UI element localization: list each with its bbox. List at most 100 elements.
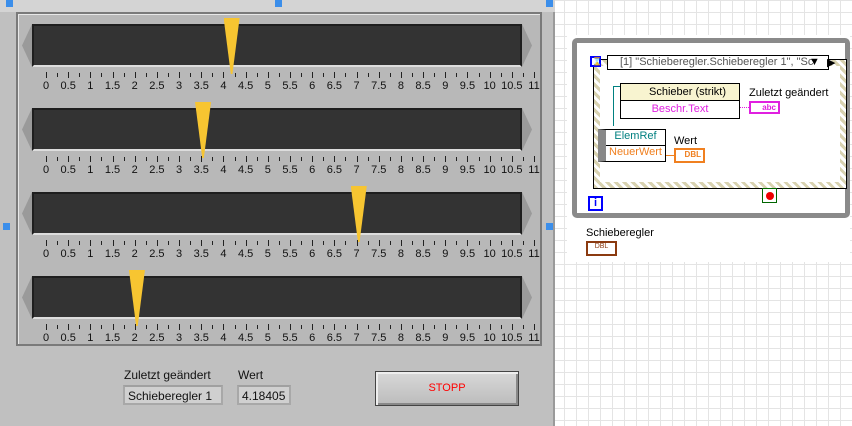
scale-tick — [412, 325, 413, 329]
scale-label: 7 — [353, 248, 360, 260]
scale-label: 7.5 — [371, 332, 387, 344]
scale-tick — [489, 240, 491, 246]
scale-tick — [467, 240, 469, 246]
dropdown-arrow-icon[interactable]: ▼ — [809, 56, 820, 68]
scale-tick — [179, 72, 181, 78]
selection-handle[interactable] — [275, 0, 282, 7]
slider-track[interactable] — [32, 108, 522, 151]
scale-tick — [534, 240, 535, 246]
scale-tick — [301, 241, 303, 245]
scale-label: 4.5 — [237, 80, 254, 92]
scale-tick — [46, 156, 47, 162]
decrement-arrow-icon[interactable] — [22, 192, 32, 235]
scale-tick — [456, 241, 458, 245]
scale-label: 4 — [220, 248, 227, 260]
next-case-icon[interactable]: ▶ — [827, 56, 835, 69]
slider-terminal[interactable]: DBL — [586, 241, 617, 256]
scale-tick — [312, 240, 314, 246]
scale-label: 11 — [528, 248, 540, 260]
scale-label: 3 — [176, 248, 183, 260]
scale-tick — [500, 157, 502, 161]
scale-label: 7.5 — [371, 80, 387, 92]
slider-track[interactable] — [32, 192, 522, 235]
scale-tick — [434, 73, 436, 77]
selection-handle[interactable] — [546, 223, 553, 230]
scale-tick — [511, 240, 513, 246]
scale-tick — [378, 240, 380, 246]
stop-button[interactable]: STOPP — [375, 371, 519, 406]
scale-label: 9 — [442, 80, 449, 92]
scale-tick — [90, 240, 92, 246]
scale-tick — [145, 241, 147, 245]
scale-label: 1.5 — [104, 248, 121, 260]
scale-tick — [478, 157, 480, 161]
increment-arrow-icon[interactable] — [522, 24, 532, 67]
scale-tick — [400, 240, 402, 246]
scale-tick — [68, 156, 70, 162]
scale-label: 11 — [528, 164, 540, 176]
slider-4[interactable]: 0 0.5 1 1.5 2 2.5 3 3.5 4 4.5 5 5.5 6 6.5 7 7.5 8 8.5 9 9.5… — [18, 266, 540, 350]
scale-tick — [312, 156, 314, 162]
scale-label: 9.5 — [459, 164, 476, 176]
scale-tick — [356, 72, 358, 78]
slider-2[interactable]: 0 0.5 1 1.5 2 2.5 3 3.5 4 4.5 5 5.5 6 6.5 7 7.5 8 8.5 9 9.5… — [18, 98, 540, 182]
scale-label: 10 — [483, 164, 496, 176]
scale-tick — [290, 240, 291, 246]
scale-label: 2.5 — [149, 164, 165, 176]
slider-track[interactable] — [32, 24, 522, 67]
dbl-indicator[interactable]: DBL — [674, 148, 705, 163]
scale-label: 8.5 — [415, 248, 431, 260]
event-case-selector[interactable]: [1] "Schieberegler.Schieberegler 1", "Sc — [607, 55, 829, 70]
decrement-arrow-icon[interactable] — [22, 276, 32, 319]
scale-tick — [201, 72, 203, 78]
scale-tick — [356, 240, 358, 246]
scale-label: 3.5 — [193, 332, 209, 344]
scale-tick — [312, 72, 314, 78]
slider-1[interactable]: 0 0.5 1 1.5 2 2.5 3 3.5 4 4.5 5 5.5 6 6.5 7 7.5 8 8.5 9 9.5… — [18, 14, 540, 98]
scale-tick — [345, 241, 347, 245]
scale-tick — [245, 72, 247, 78]
stop-terminal[interactable] — [762, 188, 777, 203]
scale-tick — [68, 72, 70, 78]
scale-label: 1.5 — [104, 164, 121, 176]
selection-handle[interactable] — [3, 223, 10, 230]
selection-handle[interactable] — [546, 0, 553, 7]
scale-tick — [389, 241, 391, 245]
scale-tick — [434, 241, 436, 245]
scale-tick — [123, 73, 125, 77]
property-node[interactable]: Schieber (strikt) Beschr.Text — [620, 83, 740, 119]
scale-label: 11 — [528, 80, 540, 92]
selection-handle[interactable] — [6, 0, 13, 7]
string-indicator[interactable]: abc — [749, 101, 780, 114]
decrement-arrow-icon[interactable] — [22, 24, 32, 67]
scale-label: 0.5 — [60, 80, 76, 92]
scale-label: 6.5 — [326, 164, 343, 176]
while-loop: ⌛ [1] "Schieberegler.Schieberegler 1", "… — [572, 38, 850, 218]
scale-label: 7.5 — [371, 248, 387, 260]
scale-tick — [90, 156, 92, 162]
increment-arrow-icon[interactable] — [522, 108, 532, 151]
scale-tick — [500, 325, 502, 329]
slider-3[interactable]: 0 0.5 1 1.5 2 2.5 3 3.5 4 4.5 5 5.5 6 6.5 7 7.5 8 8.5 9 9.5… — [18, 182, 540, 266]
scale-tick — [301, 325, 303, 329]
wert-label: Wert — [674, 135, 698, 147]
scale-tick — [301, 157, 303, 161]
increment-arrow-icon[interactable] — [522, 192, 532, 235]
decrement-arrow-icon[interactable] — [22, 108, 32, 151]
scale-tick — [423, 324, 425, 330]
scale-tick — [201, 240, 203, 246]
scale-tick — [345, 325, 347, 329]
scale-label: 6 — [309, 332, 316, 344]
increment-arrow-icon[interactable] — [522, 276, 532, 319]
scale-tick — [345, 157, 347, 161]
scale-tick — [367, 73, 369, 77]
scale-tick — [500, 241, 502, 245]
scale-tick — [434, 325, 436, 329]
scale-tick — [57, 73, 59, 77]
slider-track[interactable] — [32, 276, 522, 319]
scale-label: 8 — [397, 80, 404, 92]
scale-tick — [423, 240, 425, 246]
scale-tick — [168, 241, 169, 245]
scale-label: 10 — [483, 248, 496, 260]
scale-tick — [123, 325, 125, 329]
